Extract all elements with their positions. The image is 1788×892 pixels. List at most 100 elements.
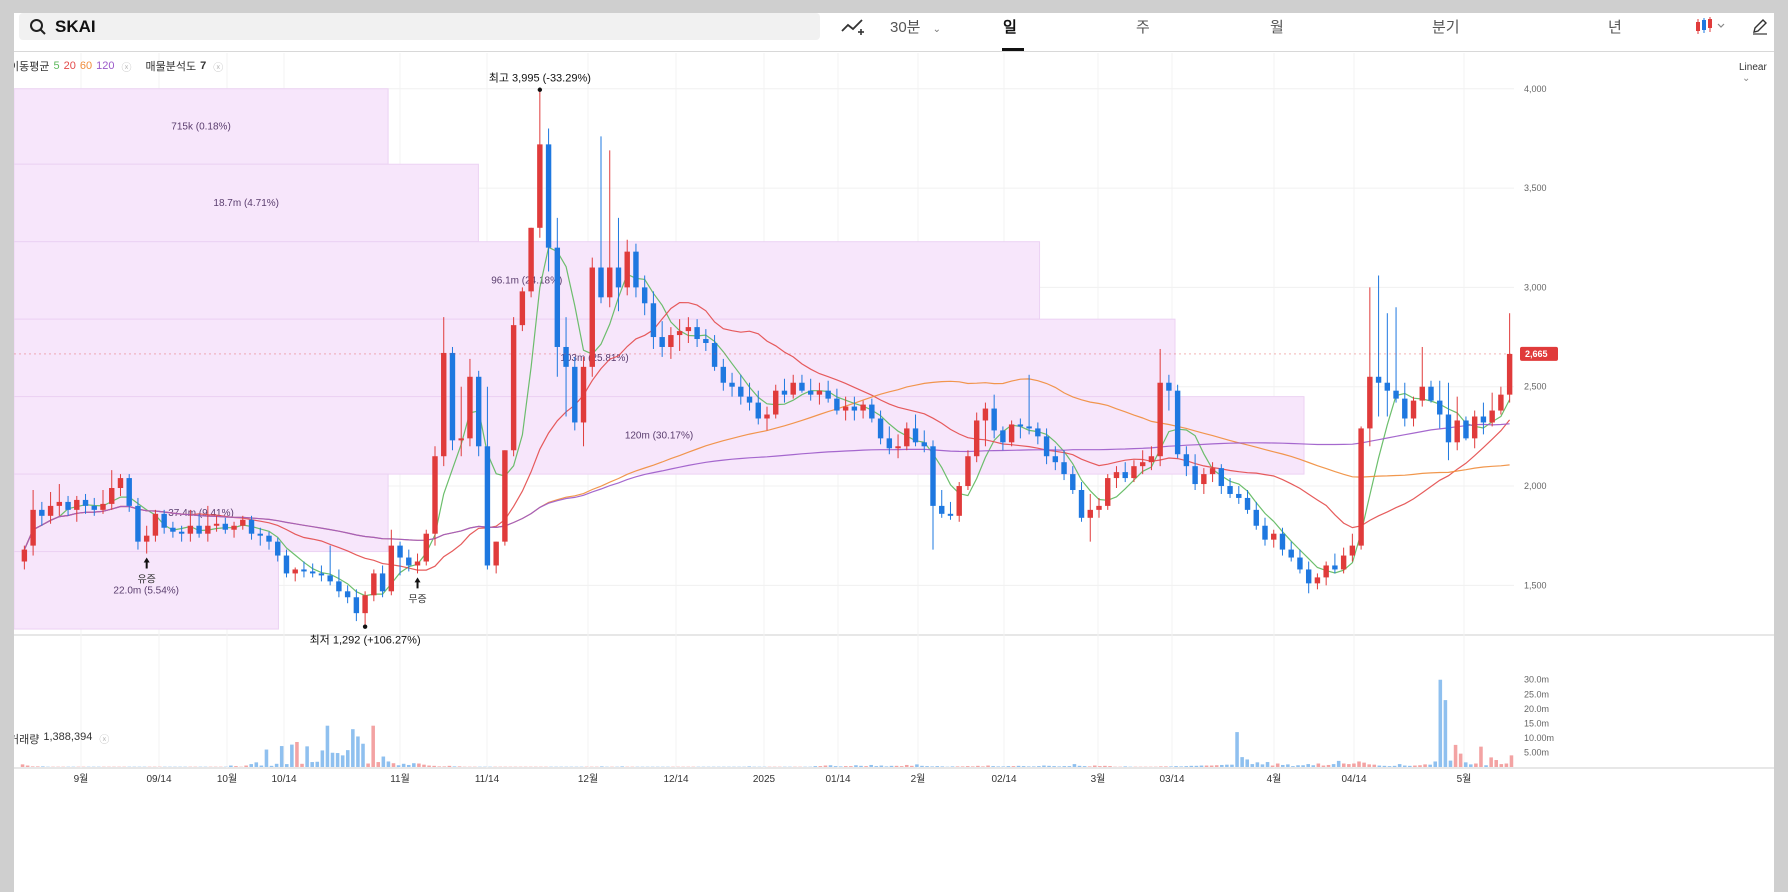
candle-body	[1192, 466, 1198, 485]
candle	[1314, 573, 1321, 590]
candle-body	[1367, 376, 1373, 429]
volume-bar	[1265, 762, 1270, 767]
volume-bar	[417, 763, 421, 767]
volume-bar	[925, 766, 929, 767]
chevron-down-icon: ⌄	[1742, 73, 1751, 84]
price-chart[interactable]: 4,000 3,500 3,000 2,500 2,000 1,500 9월 09/14 10월…	[14, 13, 1774, 892]
candle-body	[1410, 400, 1417, 419]
volume-bar	[1011, 766, 1016, 767]
volume-bar	[345, 750, 350, 767]
time-tick-label: 10월	[217, 773, 237, 785]
close-icon[interactable]: ⓧ	[99, 731, 109, 747]
volume-bar	[1448, 760, 1453, 767]
volume-bar	[396, 765, 401, 767]
candle-body	[746, 396, 753, 403]
candle	[589, 257, 595, 377]
candle-body	[327, 575, 333, 582]
candle-body	[1035, 428, 1041, 437]
volume-bar	[996, 766, 1000, 767]
candle-body	[231, 525, 237, 530]
volume-tick-label: 10.00m	[1524, 733, 1554, 743]
volume-bar	[1509, 755, 1514, 767]
volume-bar	[1062, 766, 1067, 767]
candle-body	[545, 144, 552, 248]
time-tick-label: 01/14	[825, 774, 850, 785]
candle-body	[283, 555, 290, 574]
volume-bar	[818, 766, 823, 767]
volume-bar	[960, 766, 965, 767]
candle-body	[1148, 456, 1155, 463]
volume-bar	[1209, 765, 1214, 767]
candle	[1271, 529, 1277, 548]
search-box[interactable]: SKAI	[19, 13, 820, 40]
candle-body	[528, 227, 534, 292]
volume-bar	[427, 765, 431, 767]
volume-bar	[1336, 760, 1341, 767]
volume-bar	[229, 765, 233, 767]
volume-bar	[381, 756, 386, 767]
close-icon[interactable]: ⓧ	[213, 59, 223, 74]
volume-label[interactable]: 거래량	[14, 731, 39, 747]
volume-bar	[869, 764, 873, 767]
volume-bar	[981, 766, 985, 767]
interval-select[interactable]: 30분 ⌄	[890, 16, 941, 37]
tab-day[interactable]: 일	[1003, 16, 1017, 37]
tab-quarter[interactable]: 분기	[1432, 16, 1460, 37]
candle	[283, 549, 290, 578]
volume-bar	[899, 766, 904, 767]
ma-period-20: 20	[63, 60, 76, 72]
volume-bar	[813, 766, 818, 767]
volume-bar	[991, 766, 995, 767]
candle-body	[1218, 468, 1225, 487]
candle-body	[1113, 472, 1120, 479]
chart-type-icon[interactable]	[1694, 16, 1728, 36]
scale-toggle[interactable]: Linear ⌄	[1739, 62, 1774, 84]
volume-bar	[305, 746, 309, 767]
indicator-add-icon[interactable]	[840, 17, 866, 37]
pencil-icon[interactable]	[1751, 17, 1769, 35]
candle-body	[205, 525, 211, 534]
volume-bar	[452, 766, 457, 767]
close-icon[interactable]: ⓧ	[121, 59, 131, 74]
candle	[1227, 478, 1233, 498]
volume-tick-label: 15.0m	[1524, 718, 1549, 728]
volume-bar	[1103, 765, 1107, 767]
candle-body	[1297, 557, 1303, 570]
candle-body	[143, 535, 150, 542]
volume-bar	[1341, 763, 1346, 767]
volume-bar	[600, 766, 604, 767]
volume-bar	[290, 744, 294, 767]
candle-body	[729, 382, 735, 387]
candle	[1096, 497, 1102, 518]
volume-bar	[1438, 679, 1443, 767]
candle-body	[344, 591, 351, 598]
candle	[353, 589, 360, 622]
volume-bar	[249, 764, 253, 767]
candle-body	[1480, 416, 1487, 423]
tab-week[interactable]: 주	[1136, 16, 1150, 37]
volume-bar	[1052, 766, 1056, 767]
candle	[1454, 396, 1460, 451]
candle-body	[799, 382, 805, 391]
candle-body	[1008, 424, 1015, 443]
volume-bar	[1108, 766, 1112, 767]
candle-body	[641, 287, 648, 304]
volume-bar	[1072, 764, 1077, 767]
volume-bar	[1042, 765, 1046, 767]
profile-label[interactable]: 매물분석도	[145, 58, 196, 74]
candle-body	[1244, 497, 1251, 510]
candle-body	[406, 557, 412, 566]
candle	[1367, 287, 1373, 447]
volume-bar	[1357, 761, 1361, 767]
candle-body	[1375, 376, 1382, 383]
tab-year[interactable]: 년	[1608, 16, 1622, 37]
volume-bar	[1016, 765, 1021, 767]
volume-bar	[386, 761, 391, 767]
tab-month[interactable]: 월	[1270, 16, 1284, 37]
candle-body	[615, 267, 622, 288]
volume-bar	[1077, 765, 1082, 767]
volume-bar	[971, 766, 975, 767]
volume-bar	[20, 764, 25, 767]
candle-body	[1288, 549, 1294, 558]
ma-label[interactable]: 이동평균	[14, 58, 49, 74]
